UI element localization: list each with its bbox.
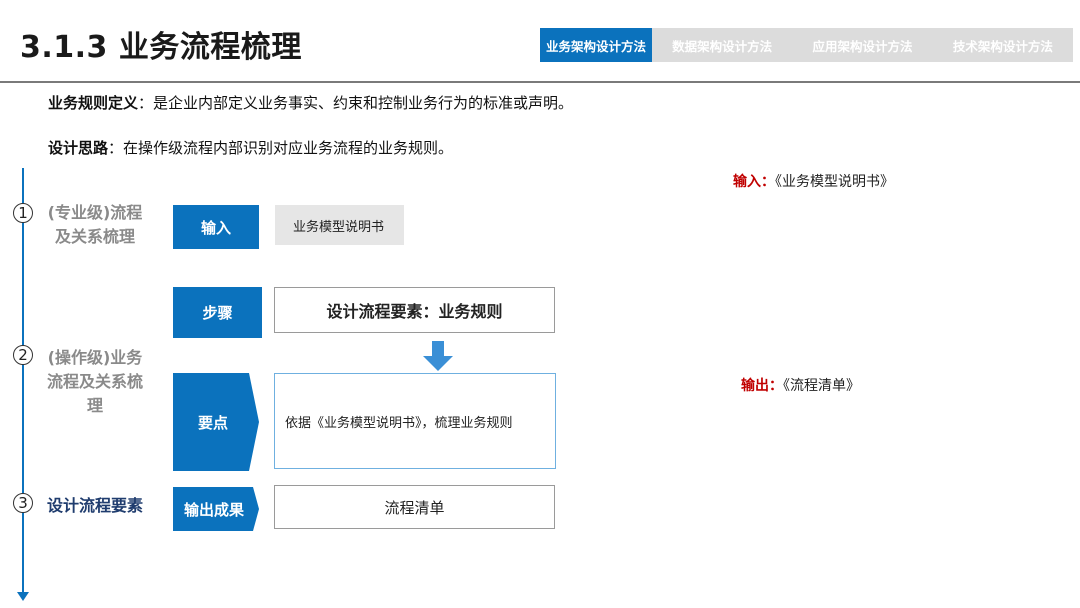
- method-tabs: 业务架构设计方法 数据架构设计方法 应用架构设计方法 技术架构设计方法: [540, 28, 1073, 62]
- side-input-value: 《业务模型说明书》: [775, 174, 894, 190]
- key-point-label: 要点: [197, 413, 228, 432]
- page-title: 3.1.3 业务流程梳理: [20, 30, 302, 65]
- side-output-key: 输出：: [741, 378, 783, 394]
- output-label: 输出成果: [183, 500, 244, 519]
- timeline-line: [22, 168, 24, 596]
- side-output-note: 输出：《流程清单》: [741, 375, 860, 395]
- stage-2-number: 2: [13, 345, 33, 365]
- down-arrow-icon: [423, 341, 453, 371]
- definition-text: ：是企业内部定义业务事实、约束和控制业务行为的标准或声明。: [138, 94, 574, 112]
- tab-application-architecture[interactable]: 应用架构设计方法: [792, 28, 932, 62]
- timeline-arrow-icon: [17, 592, 29, 601]
- side-input-key: 输入：: [733, 174, 775, 190]
- input-value: 业务模型说明书: [275, 205, 404, 245]
- header-divider: [0, 81, 1080, 83]
- step-value: 设计流程要素：业务规则: [274, 287, 555, 333]
- side-output-value: 《流程清单》: [783, 378, 860, 394]
- design-idea-text: ：在操作级流程内部识别对应业务流程的业务规则。: [108, 139, 454, 157]
- stage-2-label: (操作级)业务流程及关系梳理: [46, 348, 143, 415]
- tab-technology-architecture[interactable]: 技术架构设计方法: [933, 28, 1073, 62]
- design-idea-line: 设计思路：在操作级流程内部识别对应业务流程的业务规则。: [48, 137, 453, 158]
- key-point-value: 依据《业务模型说明书》，梳理业务规则: [274, 373, 556, 469]
- stage-3-number: 3: [13, 493, 33, 513]
- design-idea-label: 设计思路: [48, 139, 109, 157]
- stage-1-label: (专业级)流程及关系梳理: [47, 203, 143, 246]
- input-label: 输入: [173, 205, 259, 249]
- stage-1-number: 1: [13, 203, 33, 223]
- stage-3-label: 设计流程要素: [46, 496, 143, 515]
- step-label: 步骤: [173, 287, 262, 338]
- definition-label: 业务规则定义: [48, 94, 139, 112]
- definition-line: 业务规则定义：是企业内部定义业务事实、约束和控制业务行为的标准或声明。: [48, 92, 573, 113]
- tab-data-architecture[interactable]: 数据架构设计方法: [652, 28, 792, 62]
- side-input-note: 输入：《业务模型说明书》: [733, 171, 894, 191]
- output-value: 流程清单: [274, 485, 555, 529]
- tab-business-architecture[interactable]: 业务架构设计方法: [540, 28, 652, 62]
